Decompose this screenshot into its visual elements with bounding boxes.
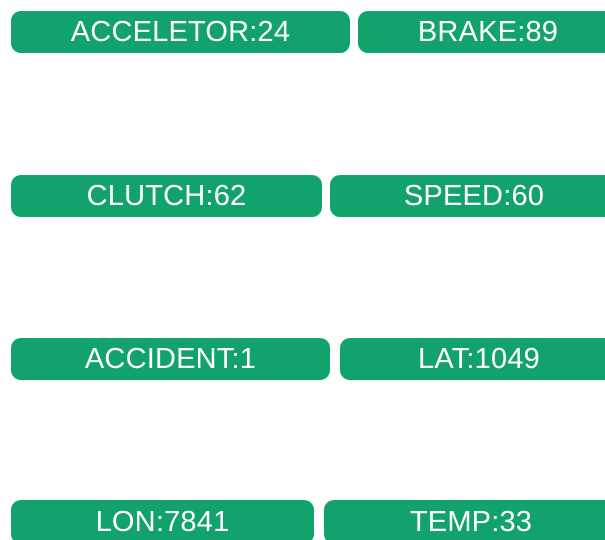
speed-button[interactable]: SPEED:60 (330, 175, 605, 217)
clutch-label: CLUTCH:62 (86, 179, 247, 212)
clutch-button[interactable]: CLUTCH:62 (11, 175, 322, 217)
latitude-button[interactable]: LAT:1049 (340, 338, 605, 380)
accelerator-button[interactable]: ACCELETOR:24 (11, 11, 350, 53)
sensor-dashboard: ACCELETOR:24 BRAKE:89 CLUTCH:62 SPEED:60… (0, 0, 605, 540)
longitude-button[interactable]: LON:7841 (11, 500, 314, 540)
temperature-button[interactable]: TEMP:33 (324, 500, 605, 540)
accident-label: ACCIDENT:1 (84, 342, 257, 375)
accident-button[interactable]: ACCIDENT:1 (11, 338, 330, 380)
temperature-label: TEMP:33 (409, 505, 533, 538)
latitude-label: LAT:1049 (418, 342, 540, 375)
brake-label: BRAKE:89 (417, 15, 559, 48)
brake-button[interactable]: BRAKE:89 (358, 11, 605, 53)
speed-label: SPEED:60 (403, 179, 545, 212)
longitude-label: LON:7841 (95, 505, 230, 538)
accelerator-label: ACCELETOR:24 (70, 15, 291, 48)
